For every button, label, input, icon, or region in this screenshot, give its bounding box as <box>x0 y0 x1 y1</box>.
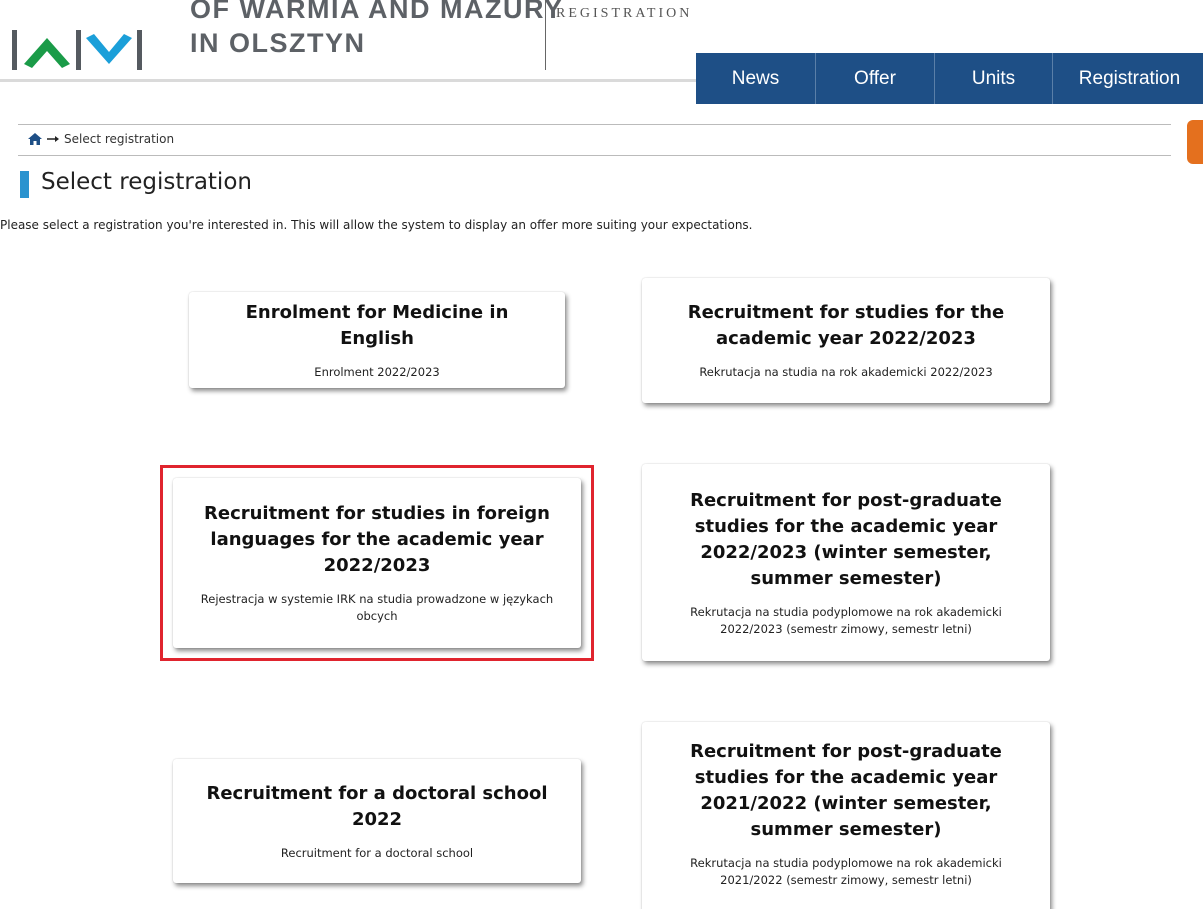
card-title: Recruitment for post-graduate studies fo… <box>690 489 1002 589</box>
registration-card-studies-2022-2023[interactable]: Recruitment for studies for the academic… <box>642 278 1050 403</box>
university-name: OF WARMIA AND MAZURY IN OLSZTYN <box>190 0 563 60</box>
intro-text: Please select a registration you're inte… <box>0 218 753 232</box>
nav-registration[interactable]: Registration <box>1053 53 1203 104</box>
card-title: Recruitment for a doctoral school 2022 <box>206 782 548 830</box>
registration-card-postgraduate-2022-2023[interactable]: Recruitment for post-graduate studies fo… <box>642 464 1050 661</box>
card-subtitle: Rekrutacja na studia na rok akademicki 2… <box>699 365 993 379</box>
registration-card-postgraduate-2021-2022[interactable]: Recruitment for post-graduate studies fo… <box>642 722 1050 909</box>
university-name-line1: OF WARMIA AND MAZURY <box>190 0 564 24</box>
card-subtitle: Recruitment for a doctoral school <box>280 845 474 860</box>
page: OF WARMIA AND MAZURY IN OLSZTYN REGISTRA… <box>0 0 1203 909</box>
home-icon[interactable] <box>28 133 42 145</box>
page-title: Select registration <box>41 169 252 195</box>
nav-units[interactable]: Units <box>935 53 1053 104</box>
card-title: Recruitment for studies for the academic… <box>687 302 1005 349</box>
university-name-line2: IN OLSZTYN <box>190 28 366 58</box>
university-logo[interactable] <box>12 26 144 72</box>
title-accent-bar <box>20 171 29 198</box>
nav-offer[interactable]: Offer <box>816 53 935 104</box>
card-subtitle: Rekrutacja na studia podyplomowe na rok … <box>690 856 1002 887</box>
nav-news[interactable]: News <box>696 53 816 104</box>
arrow-right-icon <box>47 136 59 142</box>
header-divider <box>545 0 546 70</box>
card-title: Recruitment for post-graduate studies fo… <box>690 741 1002 840</box>
registration-card-medicine-english[interactable]: Enrolment for Medicine in English Enrolm… <box>189 292 565 388</box>
registration-card-doctoral-school[interactable]: Recruitment for a doctoral school 2022 R… <box>173 759 581 883</box>
side-feedback-tab[interactable] <box>1187 120 1203 164</box>
breadcrumb: Select registration <box>28 132 174 146</box>
top-navigation: News Offer Units Registration <box>696 53 1203 104</box>
card-title: Enrolment for Medicine in English <box>245 301 509 349</box>
breadcrumb-current: Select registration <box>64 132 175 146</box>
card-subtitle: Rekrutacja na studia podyplomowe na rok … <box>690 604 1002 636</box>
system-name: REGISTRATION <box>556 6 693 21</box>
breadcrumb-rule-top <box>18 124 1171 125</box>
breadcrumb-rule-bottom <box>18 155 1171 156</box>
header-rule <box>0 79 700 82</box>
selection-highlight <box>160 465 594 661</box>
card-subtitle: Enrolment 2022/2023 <box>314 364 440 379</box>
